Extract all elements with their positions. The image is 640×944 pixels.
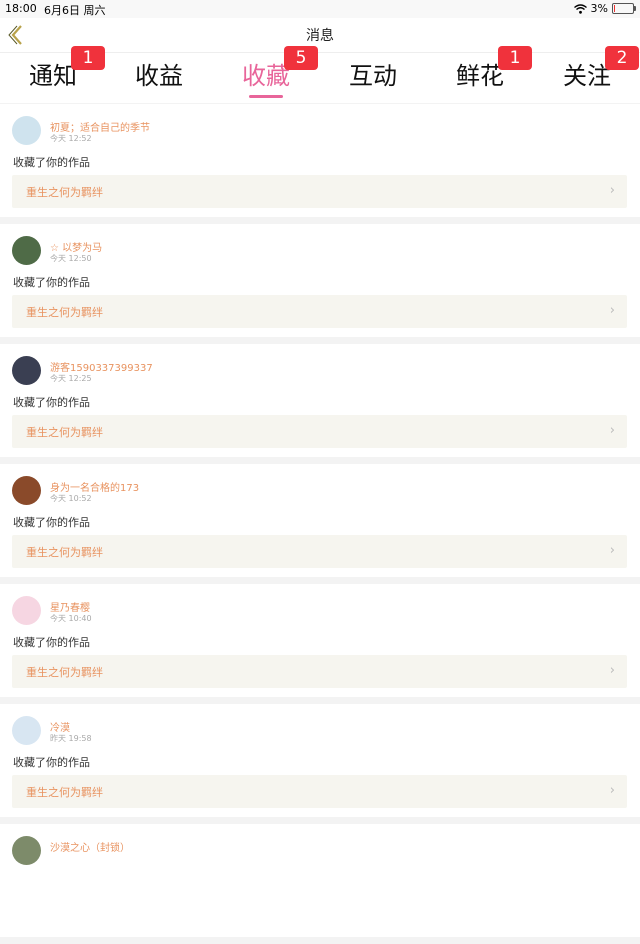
user-name[interactable]: 沙漠之心（封锁） [50,839,130,854]
message-time: 今天 10:40 [50,614,92,623]
message-card: 冷漠 昨天 19:58 收藏了你的作品重生之何为羁绊 › [0,704,640,817]
wifi-icon [573,3,587,14]
work-title: 重生之何为羁绊 [26,786,103,799]
status-bar: 18:00 6月6日 周六 3% [0,0,640,18]
message-time: 昨天 19:58 [50,734,92,743]
message-card: 沙漠之心（封锁） [0,824,640,937]
user-name[interactable]: 冷漠 [50,719,70,734]
avatar[interactable] [12,716,41,745]
work-link[interactable]: 重生之何为羁绊 › [12,535,627,568]
status-time: 18:00 [5,2,37,15]
avatar[interactable] [12,116,41,145]
page-title: 消息 [306,28,334,44]
battery-icon [612,3,636,14]
work-title: 重生之何为羁绊 [26,546,103,559]
message-action: 收藏了你的作品 [13,276,90,289]
work-link[interactable]: 重生之何为羁绊 › [12,775,627,808]
avatar[interactable] [12,236,41,265]
status-right: 3% [573,2,636,15]
message-list: 初夏；适合自己的季节 今天 12:52 收藏了你的作品 重生之何为羁绊 › ☆ 以梦为马今… [0,104,640,944]
message-time: 今天 12:50 [50,254,92,263]
avatar[interactable] [12,596,41,625]
status-date: 6月6日 周六 [44,4,106,17]
work-title: 重生之何为羁绊 [26,426,103,439]
work-title: 重生之何为羁绊 [26,666,103,679]
battery-percent: 3% [590,2,608,15]
avatar[interactable] [12,356,41,385]
message-time: 今天 10:52 [50,494,92,503]
tab-badge: 2 [605,46,639,70]
message-card: 初夏；适合自己的季节 今天 12:52 收藏了你的作品重生之何为羁绊 › [0,104,640,217]
tab-badge: 5 [284,46,318,70]
chevron-right-icon: › [609,543,615,558]
tab-label: 收益 [135,62,183,90]
work-title: 重生之何为羁绊 [26,306,103,319]
avatar[interactable] [12,476,41,505]
message-action: 收藏了你的作品 [13,396,90,409]
tab-1[interactable]: 收益 [106,53,212,103]
message-card: 星乃春樱 今天 10:40 收藏了你的作品重生之何为羁绊 › [0,584,640,697]
tab-2[interactable]: 收藏 5 [213,46,319,103]
chevron-right-icon: › [609,183,615,198]
tab-badge: 1 [71,46,105,70]
active-tab-underline [249,95,283,98]
user-name[interactable]: ☆ 以梦为马 [50,239,102,254]
user-name[interactable]: 身为一名合格的173 [50,479,139,494]
chevron-right-icon: › [609,303,615,318]
tab-bar: 通知 1 收益 收藏 5 互动 鲜花 1 关注 2 [0,46,640,103]
tab-0[interactable]: 通知 1 [0,46,106,103]
work-link[interactable]: 重生之何为羁绊 › [12,655,627,688]
chevron-right-icon: › [609,423,615,438]
message-action: 收藏了你的作品 [13,156,90,169]
message-card: 游客1590337399337 今天 12:25 收藏了你的作品重生之何为羁绊 › [0,344,640,457]
message-card: ☆ 以梦为马 今天 12:50 收藏了你的作品重生之何为羁绊 › [0,224,640,337]
message-action: 收藏了你的作品 [13,636,90,649]
message-action: 收藏了你的作品 [13,756,90,769]
tab-badge: 1 [498,46,532,70]
tab-3[interactable]: 互动 [320,53,426,103]
work-link[interactable]: 重生之何为羁绊 › [12,175,627,208]
message-time: 今天 12:25 [50,374,92,383]
tab-label: 互动 [349,62,397,90]
work-title: 重生之何为羁绊 [26,186,103,199]
message-card: 身为一名合格的173 今天 10:52 收藏了你的作品重生之何为羁绊 › [0,464,640,577]
tab-5[interactable]: 关注 2 [534,46,640,103]
chevron-right-icon: › [609,783,615,798]
message-action: 收藏了你的作品 [13,516,90,529]
chevron-right-icon: › [609,663,615,678]
tab-4[interactable]: 鲜花 1 [427,46,533,103]
work-link[interactable]: 重生之何为羁绊 › [12,415,627,448]
message-time: 今天 12:52 [50,134,92,143]
avatar[interactable] [12,836,41,865]
user-name[interactable]: 初夏；适合自己的季节 [50,119,150,134]
user-name[interactable]: 游客1590337399337 [50,359,153,374]
work-link[interactable]: 重生之何为羁绊 › [12,295,627,328]
user-name[interactable]: 星乃春樱 [50,599,90,614]
